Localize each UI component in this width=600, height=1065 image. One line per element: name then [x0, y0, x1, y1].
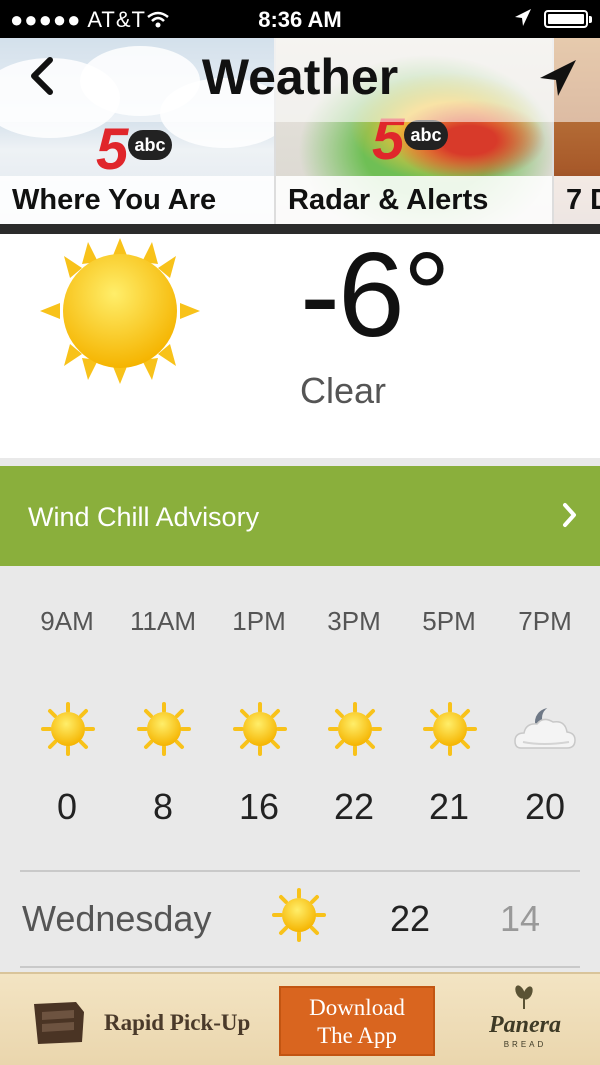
locate-button[interactable]: [538, 58, 578, 103]
hour-value: 20: [524, 786, 566, 827]
page-title: Weather: [201, 49, 399, 105]
divider: [0, 458, 600, 466]
divider: [20, 870, 580, 872]
tile-label: Where You Are: [0, 176, 274, 224]
panera-logo-sub: BREAD: [503, 1040, 547, 1049]
hour-time: 1PM: [232, 606, 286, 636]
ad-text: Rapid Pick-Up: [104, 1010, 251, 1035]
hour-time: 9AM: [40, 606, 94, 636]
ad-banner[interactable]: Rapid Pick-Up Download The App Panera BR…: [0, 972, 600, 1065]
location-arrow-icon: [514, 8, 532, 34]
hour-value: 22: [333, 786, 375, 827]
battery-icon: [544, 10, 592, 28]
tile-label: Radar & Alerts: [276, 176, 552, 224]
hour-time: 3PM: [327, 606, 381, 636]
location-arrow-icon: [540, 60, 576, 96]
day-high: 22: [389, 898, 431, 939]
hour-time: 11AM: [130, 606, 196, 636]
divider: [20, 966, 580, 968]
bag-icon: [28, 998, 90, 1046]
sun-icon: [137, 702, 191, 761]
day-low: 14: [499, 898, 541, 939]
wind-chill-advisory-button[interactable]: Wind Chill Advisory: [0, 466, 600, 566]
sun-icon: [41, 702, 95, 761]
hour-time: 5PM: [422, 606, 476, 636]
hour-time: 7PM: [518, 606, 572, 636]
tile-label: 7 D: [554, 176, 600, 224]
current-temperature: -6°: [300, 228, 451, 362]
sun-icon: [233, 702, 287, 761]
advisory-label: Wind Chill Advisory: [28, 502, 260, 532]
button-line: The App: [317, 1023, 397, 1048]
panera-logo: Panera: [489, 1012, 561, 1038]
abc5-logo: 5 abc: [96, 117, 186, 182]
hour-value: 0: [56, 786, 78, 827]
sun-icon: [272, 888, 326, 947]
wheat-icon: [512, 984, 536, 1015]
current-sun-icon: [30, 236, 210, 391]
hour-value: 21: [428, 786, 470, 827]
current-condition: Clear: [300, 370, 387, 411]
download-app-button[interactable]: Download The App: [279, 986, 435, 1056]
day-name: Wednesday: [22, 898, 212, 939]
status-time: 8:36 AM: [258, 7, 342, 32]
status-bar: ●●●●● AT&T 8:36 AM: [0, 0, 600, 38]
sun-icon: [423, 702, 477, 761]
moon-cloud-icon: [513, 702, 577, 761]
button-line: Download: [309, 995, 405, 1020]
feature-carousel: 5 abc Where You Are 5 abc Radar & Alerts…: [0, 38, 600, 224]
hour-value: 16: [238, 786, 280, 827]
sun-icon: [328, 702, 382, 761]
chevron-right-icon: [560, 500, 580, 535]
hour-value: 8: [152, 786, 174, 827]
